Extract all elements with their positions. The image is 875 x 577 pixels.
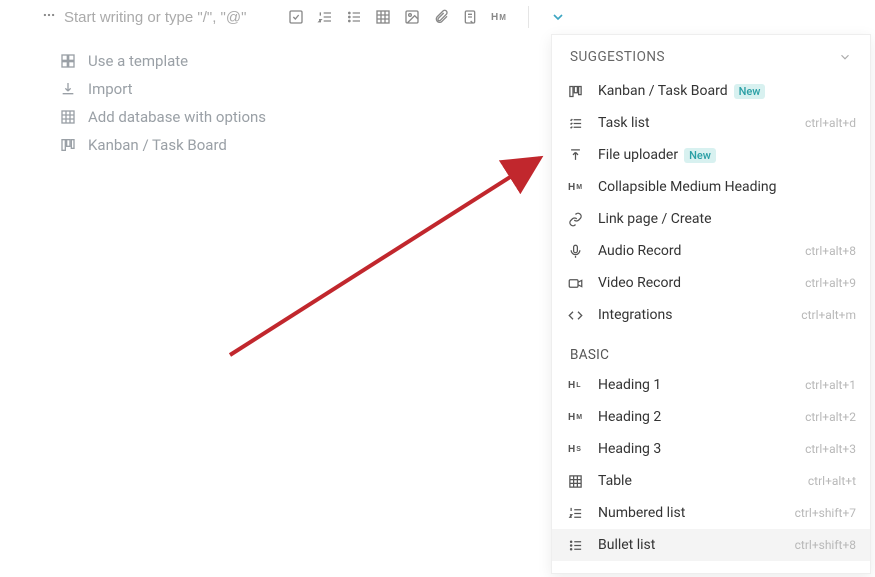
numbered-list-icon <box>568 506 586 521</box>
checkbox-icon[interactable] <box>288 9 304 25</box>
menu-heading1[interactable]: HL Heading 1 ctrl+alt+1 <box>552 369 870 401</box>
h1-icon: HL <box>568 380 586 391</box>
suggestions-header: SUGGESTIONS <box>552 35 870 75</box>
h3-icon: HS <box>568 444 586 455</box>
attachment-icon[interactable] <box>433 9 449 25</box>
table-icon <box>60 109 78 125</box>
expand-menu-icon[interactable] <box>550 9 566 25</box>
menu-item-label: Link page / Create <box>598 211 856 227</box>
menu-item-label: Video Record <box>598 275 793 291</box>
table-icon <box>568 474 586 489</box>
shortcut: ctrl+shift+8 <box>795 538 856 552</box>
shortcut: ctrl+alt+m <box>801 308 856 322</box>
mic-icon <box>568 244 586 259</box>
image-icon[interactable] <box>404 9 420 25</box>
menu-link-page[interactable]: Link page / Create <box>552 203 870 235</box>
shortcut: ctrl+alt+1 <box>805 378 856 392</box>
video-icon <box>568 276 586 291</box>
menu-item-label: Heading 2 <box>598 409 793 425</box>
menu-heading3[interactable]: HS Heading 3 ctrl+alt+3 <box>552 433 870 465</box>
menu-heading2[interactable]: HM Heading 2 ctrl+alt+2 <box>552 401 870 433</box>
new-badge: New <box>684 148 716 163</box>
collapse-suggestions-icon[interactable] <box>838 50 852 64</box>
menu-kanban[interactable]: Kanban / Task BoardNew <box>552 75 870 107</box>
shortcut: ctrl+alt+3 <box>805 442 856 456</box>
menu-item-label: Heading 1 <box>598 377 793 393</box>
columns-icon <box>60 137 78 153</box>
shortcut: ctrl+alt+2 <box>805 410 856 424</box>
compose-input[interactable] <box>64 7 274 28</box>
menu-item-label: Table <box>598 473 796 489</box>
tasklist-icon <box>568 116 586 131</box>
menu-item-label: Heading 3 <box>598 441 793 457</box>
menu-item-label: Integrations <box>598 307 789 323</box>
page-icon[interactable] <box>462 9 478 25</box>
menu-audio-record[interactable]: Audio Record ctrl+alt+8 <box>552 235 870 267</box>
menu-item-label: Bullet list <box>598 537 783 553</box>
upload-icon <box>568 148 586 163</box>
menu-item-label: Task list <box>598 115 793 131</box>
shortcut: ctrl+alt+8 <box>805 244 856 258</box>
annotation-arrow <box>220 140 560 380</box>
basic-header: BASIC <box>552 331 870 369</box>
code-icon <box>568 308 586 323</box>
new-badge: New <box>734 84 766 99</box>
template-icon <box>60 53 78 69</box>
menu-item-label: File uploaderNew <box>598 147 856 163</box>
menu-item-label: Collapsible Medium Heading <box>598 179 856 195</box>
quick-item-label: Import <box>88 80 133 98</box>
menu-numbered-list[interactable]: Numbered list ctrl+shift+7 <box>552 497 870 529</box>
link-icon <box>568 212 586 227</box>
menu-file-uploader[interactable]: File uploaderNew <box>552 139 870 171</box>
menu-tasklist[interactable]: Task list ctrl+alt+d <box>552 107 870 139</box>
menu-bullet-list[interactable]: Bullet list ctrl+shift+8 <box>552 529 870 561</box>
menu-item-label: Numbered list <box>598 505 783 521</box>
bullet-list-icon <box>568 538 586 553</box>
menu-collapsible-heading[interactable]: HM Collapsible Medium Heading <box>552 171 870 203</box>
quick-item-label: Kanban / Task Board <box>88 136 227 154</box>
shortcut: ctrl+alt+d <box>805 116 856 130</box>
bullet-list-icon[interactable] <box>346 9 362 25</box>
quick-item-label: Use a template <box>88 52 188 70</box>
menu-table[interactable]: Table ctrl+alt+t <box>552 465 870 497</box>
menu-video-record[interactable]: Video Record ctrl+alt+9 <box>552 267 870 299</box>
h2-icon: HM <box>568 412 586 423</box>
heading-icon[interactable]: HM <box>491 12 507 23</box>
shortcut: ctrl+alt+t <box>808 474 856 488</box>
quick-item-label: Add database with options <box>88 108 266 126</box>
import-icon <box>60 81 78 97</box>
menu-item-label: Kanban / Task BoardNew <box>598 83 856 99</box>
toolbar-icons: HM <box>288 6 566 28</box>
toolbar: HM <box>0 0 875 34</box>
shortcut: ctrl+shift+7 <box>795 506 856 520</box>
shortcut: ctrl+alt+9 <box>805 276 856 290</box>
suggestions-title: SUGGESTIONS <box>570 49 665 65</box>
menu-integrations[interactable]: Integrations ctrl+alt+m <box>552 299 870 331</box>
insert-menu: SUGGESTIONS Kanban / Task BoardNew Task … <box>551 34 871 574</box>
more-icon[interactable] <box>42 8 56 26</box>
toolbar-divider <box>528 6 529 28</box>
columns-icon <box>568 84 586 99</box>
table-icon[interactable] <box>375 9 391 25</box>
menu-item-label: Audio Record <box>598 243 793 259</box>
hm-icon: HM <box>568 182 586 193</box>
numbered-list-icon[interactable] <box>317 9 333 25</box>
